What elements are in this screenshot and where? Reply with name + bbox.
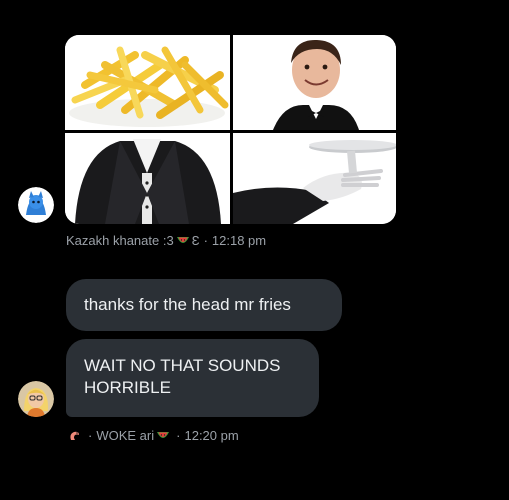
message-text: thanks for the head mr fries [84,295,291,314]
timestamp: 12:18 pm [211,233,267,248]
watermelon-icon [156,430,170,442]
watermelon-icon [176,235,190,247]
serving-tray-image [233,133,396,224]
message-text: WAIT NO THAT SOUNDS HORRIBLE [84,356,281,397]
timestamp: 12:20 pm [184,428,239,443]
author-name[interactable]: WOKE ari [96,428,154,443]
message-meta: Kazakh khanate :3 Ɛ · 12:18 pm [66,233,267,248]
message-meta: · WOKE ari · 12:20 pm [66,428,239,443]
blue-cartoon-avatar-icon[interactable] [18,187,54,223]
shrimp-icon [68,430,82,442]
message-bubble[interactable]: thanks for the head mr fries [66,279,342,331]
tuxedo-body-image [65,133,230,224]
message-bubble[interactable]: WAIT NO THAT SOUNDS HORRIBLE [66,339,319,417]
cartoon-girl-avatar-icon[interactable] [18,381,54,417]
waiter-head-image [233,35,396,130]
fries-image [65,35,230,130]
author-name[interactable]: Kazakh khanate :3 [66,233,174,248]
meme-image-attachment[interactable] [65,35,396,224]
author-suffix: Ɛ [191,233,200,248]
